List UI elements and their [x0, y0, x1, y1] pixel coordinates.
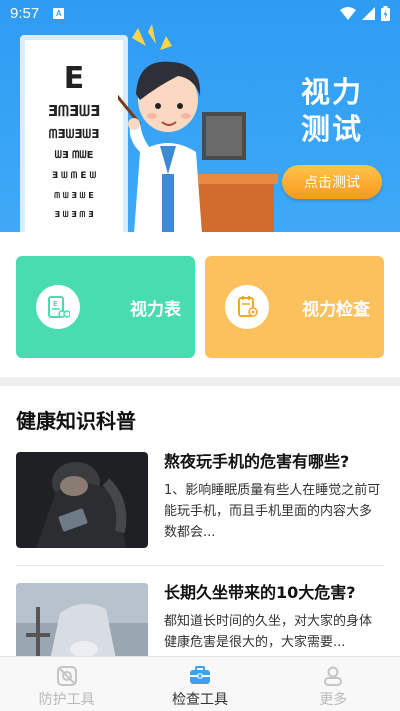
eye-chart-illustration: E ƎᗰƎᗯƎ ᗰƎᗯƎᗯƎ ᗯƎ ᗰᗯE Ǝ ᗯ ᗰ E ᗯ ᗰ ᗯ Ǝ ᗯ …: [20, 35, 128, 232]
eye-chart-row: E: [63, 61, 85, 96]
nav-label: 检查工具: [171, 692, 228, 708]
shield-icon: [56, 666, 77, 686]
section-title: 健康知识科普: [16, 409, 136, 433]
start-test-button[interactable]: 点击测试: [282, 165, 382, 199]
article-description: 1、影响睡眠质量有些人在睡觉之前可能玩手机，而且手机里面的内容大多数都会...: [164, 483, 381, 540]
banner-title: 视力 测试: [296, 74, 368, 148]
article-title: 长期久坐带来的10大危害?: [164, 583, 356, 602]
feature-cards: E 视力表 视力检查: [16, 256, 384, 358]
nav-tab-more[interactable]: 更多: [267, 657, 400, 711]
eye-chart-row: ƎᗰƎᗯƎ: [47, 102, 101, 120]
eye-chart-row: Ǝ ᗯ ᗰ E ᗯ: [51, 171, 97, 181]
doctor-illustration: [118, 24, 278, 232]
nav-label: 更多: [319, 692, 348, 708]
eye-chart-row: ᗯƎ ᗰᗯE: [54, 150, 94, 161]
article-title: 熬夜玩手机的危害有哪些?: [164, 452, 350, 471]
notification-app-icon: A: [53, 7, 65, 19]
person-icon: [324, 666, 343, 686]
article-divider: [16, 565, 384, 566]
banner-title-line: 视力: [300, 75, 363, 109]
eye-exam-icon: [225, 285, 269, 329]
vision-test-banner[interactable]: E ƎᗰƎᗯƎ ᗰƎᗯƎᗯƎ ᗯƎ ᗰᗯE Ǝ ᗯ ᗰ E ᗯ ᗰ ᗯ Ǝ ᗯ …: [0, 0, 400, 232]
section-divider: [0, 377, 400, 386]
wifi-icon: [340, 6, 356, 20]
nav-tab-check-tools[interactable]: 检查工具: [133, 657, 266, 711]
signal-icon: [362, 6, 375, 20]
article-item[interactable]: 熬夜玩手机的危害有哪些? 1、影响睡眠质量有些人在睡觉之前可能玩手机，而且手机里…: [16, 452, 384, 548]
nav-tab-protection-tools[interactable]: 防护工具: [0, 657, 133, 711]
battery-icon: [381, 5, 390, 21]
banner-title-line: 测试: [300, 112, 363, 146]
eye-chart-icon: E: [36, 285, 80, 329]
bottom-navigation: 防护工具 检查工具 更多: [0, 656, 400, 711]
status-bar: 9:57 A: [0, 0, 400, 26]
article-thumbnail: [16, 452, 148, 548]
nav-label: 防护工具: [38, 692, 95, 708]
eye-chart-row: ᗰ ᗯ Ǝ ᗯ E: [54, 191, 94, 200]
eye-chart-card-label: 视力表: [130, 300, 181, 320]
eye-exam-card[interactable]: 视力检查: [205, 256, 384, 358]
eye-chart-card[interactable]: E 视力表: [16, 256, 195, 358]
eye-chart-row: Ǝ ᗯ Ǝ ᗰ Ǝ: [54, 210, 94, 219]
eye-chart-row: ᗰƎᗯƎᗯƎ: [48, 127, 100, 141]
svg-text:E: E: [53, 300, 58, 308]
eye-exam-card-label: 视力检查: [302, 300, 370, 320]
status-time: 9:57: [10, 4, 40, 22]
toolbox-icon: [189, 666, 210, 684]
